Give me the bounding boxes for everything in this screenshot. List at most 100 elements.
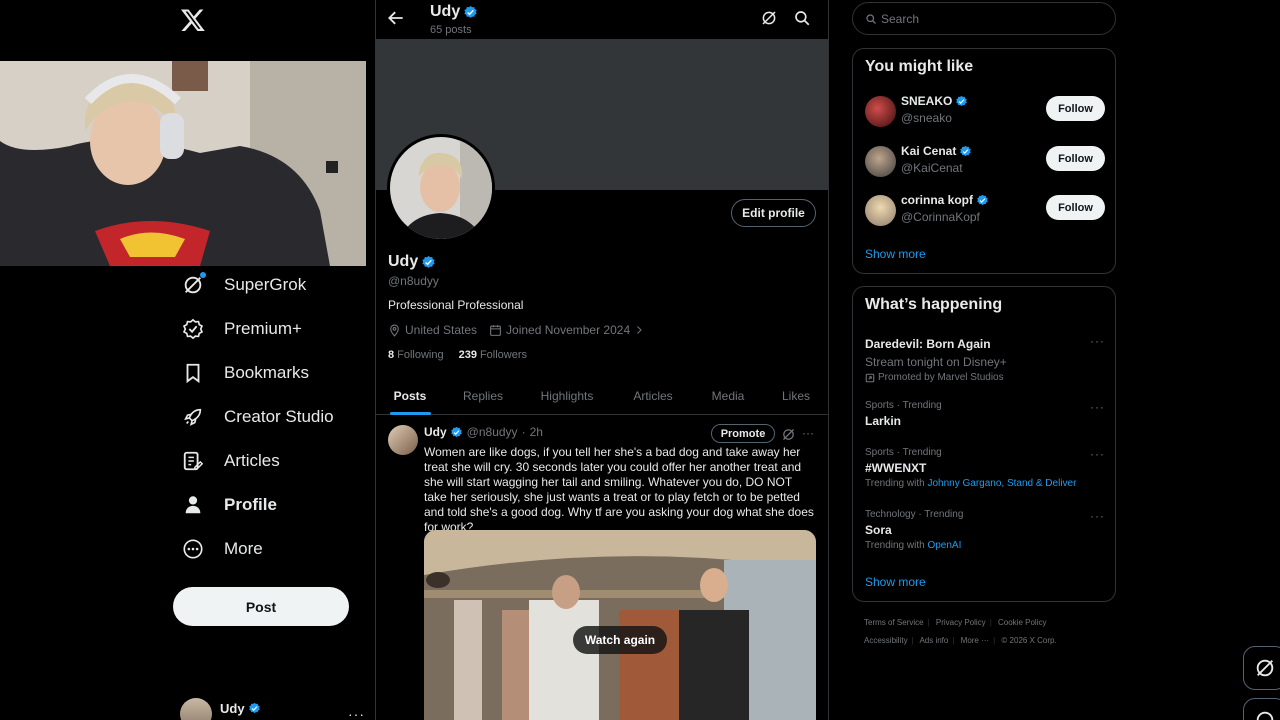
search-box[interactable] (852, 2, 1116, 35)
show-more-link[interactable]: Show more (865, 575, 926, 589)
watch-again-button[interactable]: Watch again (573, 626, 667, 654)
verified-badge-icon (464, 5, 477, 18)
tweet-media[interactable] (424, 530, 816, 720)
followers-count: 239 (458, 349, 477, 361)
suggestion-handle: @CorinnaKopf (901, 210, 980, 224)
suggestion-item[interactable]: SNEAKO @sneako Follow (865, 94, 1105, 130)
trend-context: Sports · Trending (865, 400, 942, 411)
footer-terms[interactable]: Terms of Service (864, 618, 924, 627)
following-count: 8 (388, 349, 395, 361)
profile-name: Udy (388, 253, 436, 271)
location-icon (388, 324, 401, 337)
footer-separator: | (989, 618, 992, 627)
webcam-overlay (0, 61, 366, 266)
trend-related-links[interactable]: OpenAI (927, 540, 961, 551)
messages-float-button[interactable] (1243, 698, 1280, 720)
more-options-icon[interactable]: ··· (1090, 447, 1105, 461)
webcam-image (0, 61, 366, 266)
edit-profile-button[interactable]: Edit profile (731, 199, 816, 227)
tab-likes[interactable]: Likes (772, 376, 820, 415)
suggestion-item[interactable]: Kai Cenat @KaiCenat Follow (865, 144, 1105, 180)
trend-item[interactable]: Sports · Trending #WWENXT Trending with … (865, 447, 1105, 489)
profile-joined[interactable]: Joined November 2024 (506, 323, 630, 337)
verified-badge-icon (956, 95, 968, 106)
more-options-icon[interactable]: ··· (802, 427, 817, 442)
profile-display-name: Udy (388, 253, 419, 270)
nav-profile[interactable]: Profile (170, 483, 289, 527)
trend-subtitle: Stream tonight on Disney+ (865, 355, 1007, 369)
active-tab-indicator (390, 412, 431, 415)
trend-title: Larkin (865, 414, 902, 428)
post-button[interactable]: Post (173, 587, 349, 626)
verified-badge-icon[interactable] (421, 255, 436, 270)
footer-accessibility[interactable]: Accessibility (864, 636, 908, 645)
nav-label: Articles (224, 451, 280, 470)
footer-separator: | (927, 618, 930, 627)
messages-icon (1256, 711, 1274, 720)
account-more-icon: ··· (348, 706, 365, 720)
nav-creator-studio[interactable]: Creator Studio (170, 395, 346, 439)
tab-posts[interactable]: Posts (376, 376, 444, 415)
video-thumbnail (424, 530, 816, 720)
show-more-link[interactable]: Show more (865, 247, 926, 261)
verified-badge-icon (977, 194, 988, 205)
back-arrow-icon[interactable] (386, 8, 406, 28)
follow-stats: 8 Following 239 Followers (388, 349, 527, 361)
verified-badge-icon (450, 426, 462, 437)
tab-highlights[interactable]: Highlights (530, 376, 604, 415)
followers-link[interactable]: 239 Followers (459, 349, 527, 361)
nav-supergrok[interactable]: SuperGrok (170, 263, 318, 307)
footer-cookie[interactable]: Cookie Policy (998, 618, 1046, 627)
verified-badge-icon (960, 145, 972, 156)
more-options-icon[interactable]: ··· (1090, 400, 1105, 414)
footer-separator: | (993, 636, 996, 645)
nav-label: Profile (224, 495, 277, 514)
profile-avatar[interactable] (387, 134, 495, 242)
suggestion-item[interactable]: corinna kopf @CorinnaKopf Follow (865, 193, 1105, 229)
tweet-time[interactable]: 2h (530, 425, 543, 439)
nav-bookmarks[interactable]: Bookmarks (170, 351, 321, 395)
following-label: Following (397, 349, 444, 361)
grok-icon[interactable] (781, 427, 796, 442)
footer-ads-info[interactable]: Ads info (919, 636, 948, 645)
grok-icon[interactable] (760, 9, 778, 27)
promoted-by: Promoted by Marvel Studios (878, 372, 1004, 383)
footer-privacy[interactable]: Privacy Policy (936, 618, 986, 627)
chevron-right-icon[interactable] (633, 324, 645, 336)
more-options-icon[interactable]: ··· (1090, 509, 1105, 523)
tweet-handle[interactable]: @n8udyy (467, 425, 518, 439)
avatar (865, 146, 896, 177)
suggestion-handle: @KaiCenat (901, 161, 963, 175)
suggestion-name: corinna kopf (901, 193, 974, 207)
header-title: Udy (430, 3, 478, 21)
follow-button[interactable]: Follow (1046, 195, 1105, 220)
follow-button[interactable]: Follow (1046, 96, 1105, 121)
nav-more[interactable]: More (170, 527, 275, 571)
trend-related-links[interactable]: Johnny Gargano, Stand & Deliver (927, 478, 1076, 489)
promote-button[interactable]: Promote (711, 424, 775, 443)
x-logo-icon[interactable] (180, 7, 206, 33)
footer-more[interactable]: More ··· (961, 636, 989, 645)
trend-item[interactable]: Technology · Trending Sora Trending with… (865, 509, 1105, 551)
suggestion-name: SNEAKO (901, 94, 953, 108)
avatar (865, 96, 896, 127)
grok-float-button[interactable] (1243, 646, 1280, 690)
nav-premium[interactable]: Premium+ (170, 307, 314, 351)
nav-articles[interactable]: Articles (170, 439, 292, 483)
tab-media[interactable]: Media (702, 376, 754, 415)
following-link[interactable]: 8 Following (388, 349, 444, 361)
trend-item[interactable]: Daredevil: Born Again Stream tonight on … (865, 334, 1105, 383)
tab-articles[interactable]: Articles (622, 376, 684, 415)
search-input[interactable] (881, 11, 1081, 26)
follow-button[interactable]: Follow (1046, 146, 1105, 171)
tweet-header: Udy @n8udyy · 2h (424, 425, 543, 439)
tweet-author-name[interactable]: Udy (424, 425, 447, 439)
account-switcher[interactable]: Udy ··· (180, 698, 365, 720)
more-circle-icon (182, 538, 204, 560)
more-options-icon[interactable]: ··· (1090, 334, 1105, 348)
search-icon[interactable] (793, 9, 811, 27)
profile-location: United States (405, 323, 478, 337)
tweet-avatar[interactable] (388, 425, 418, 455)
trend-item[interactable]: Sports · Trending Larkin ··· (865, 400, 1105, 428)
tab-replies[interactable]: Replies (454, 376, 512, 415)
